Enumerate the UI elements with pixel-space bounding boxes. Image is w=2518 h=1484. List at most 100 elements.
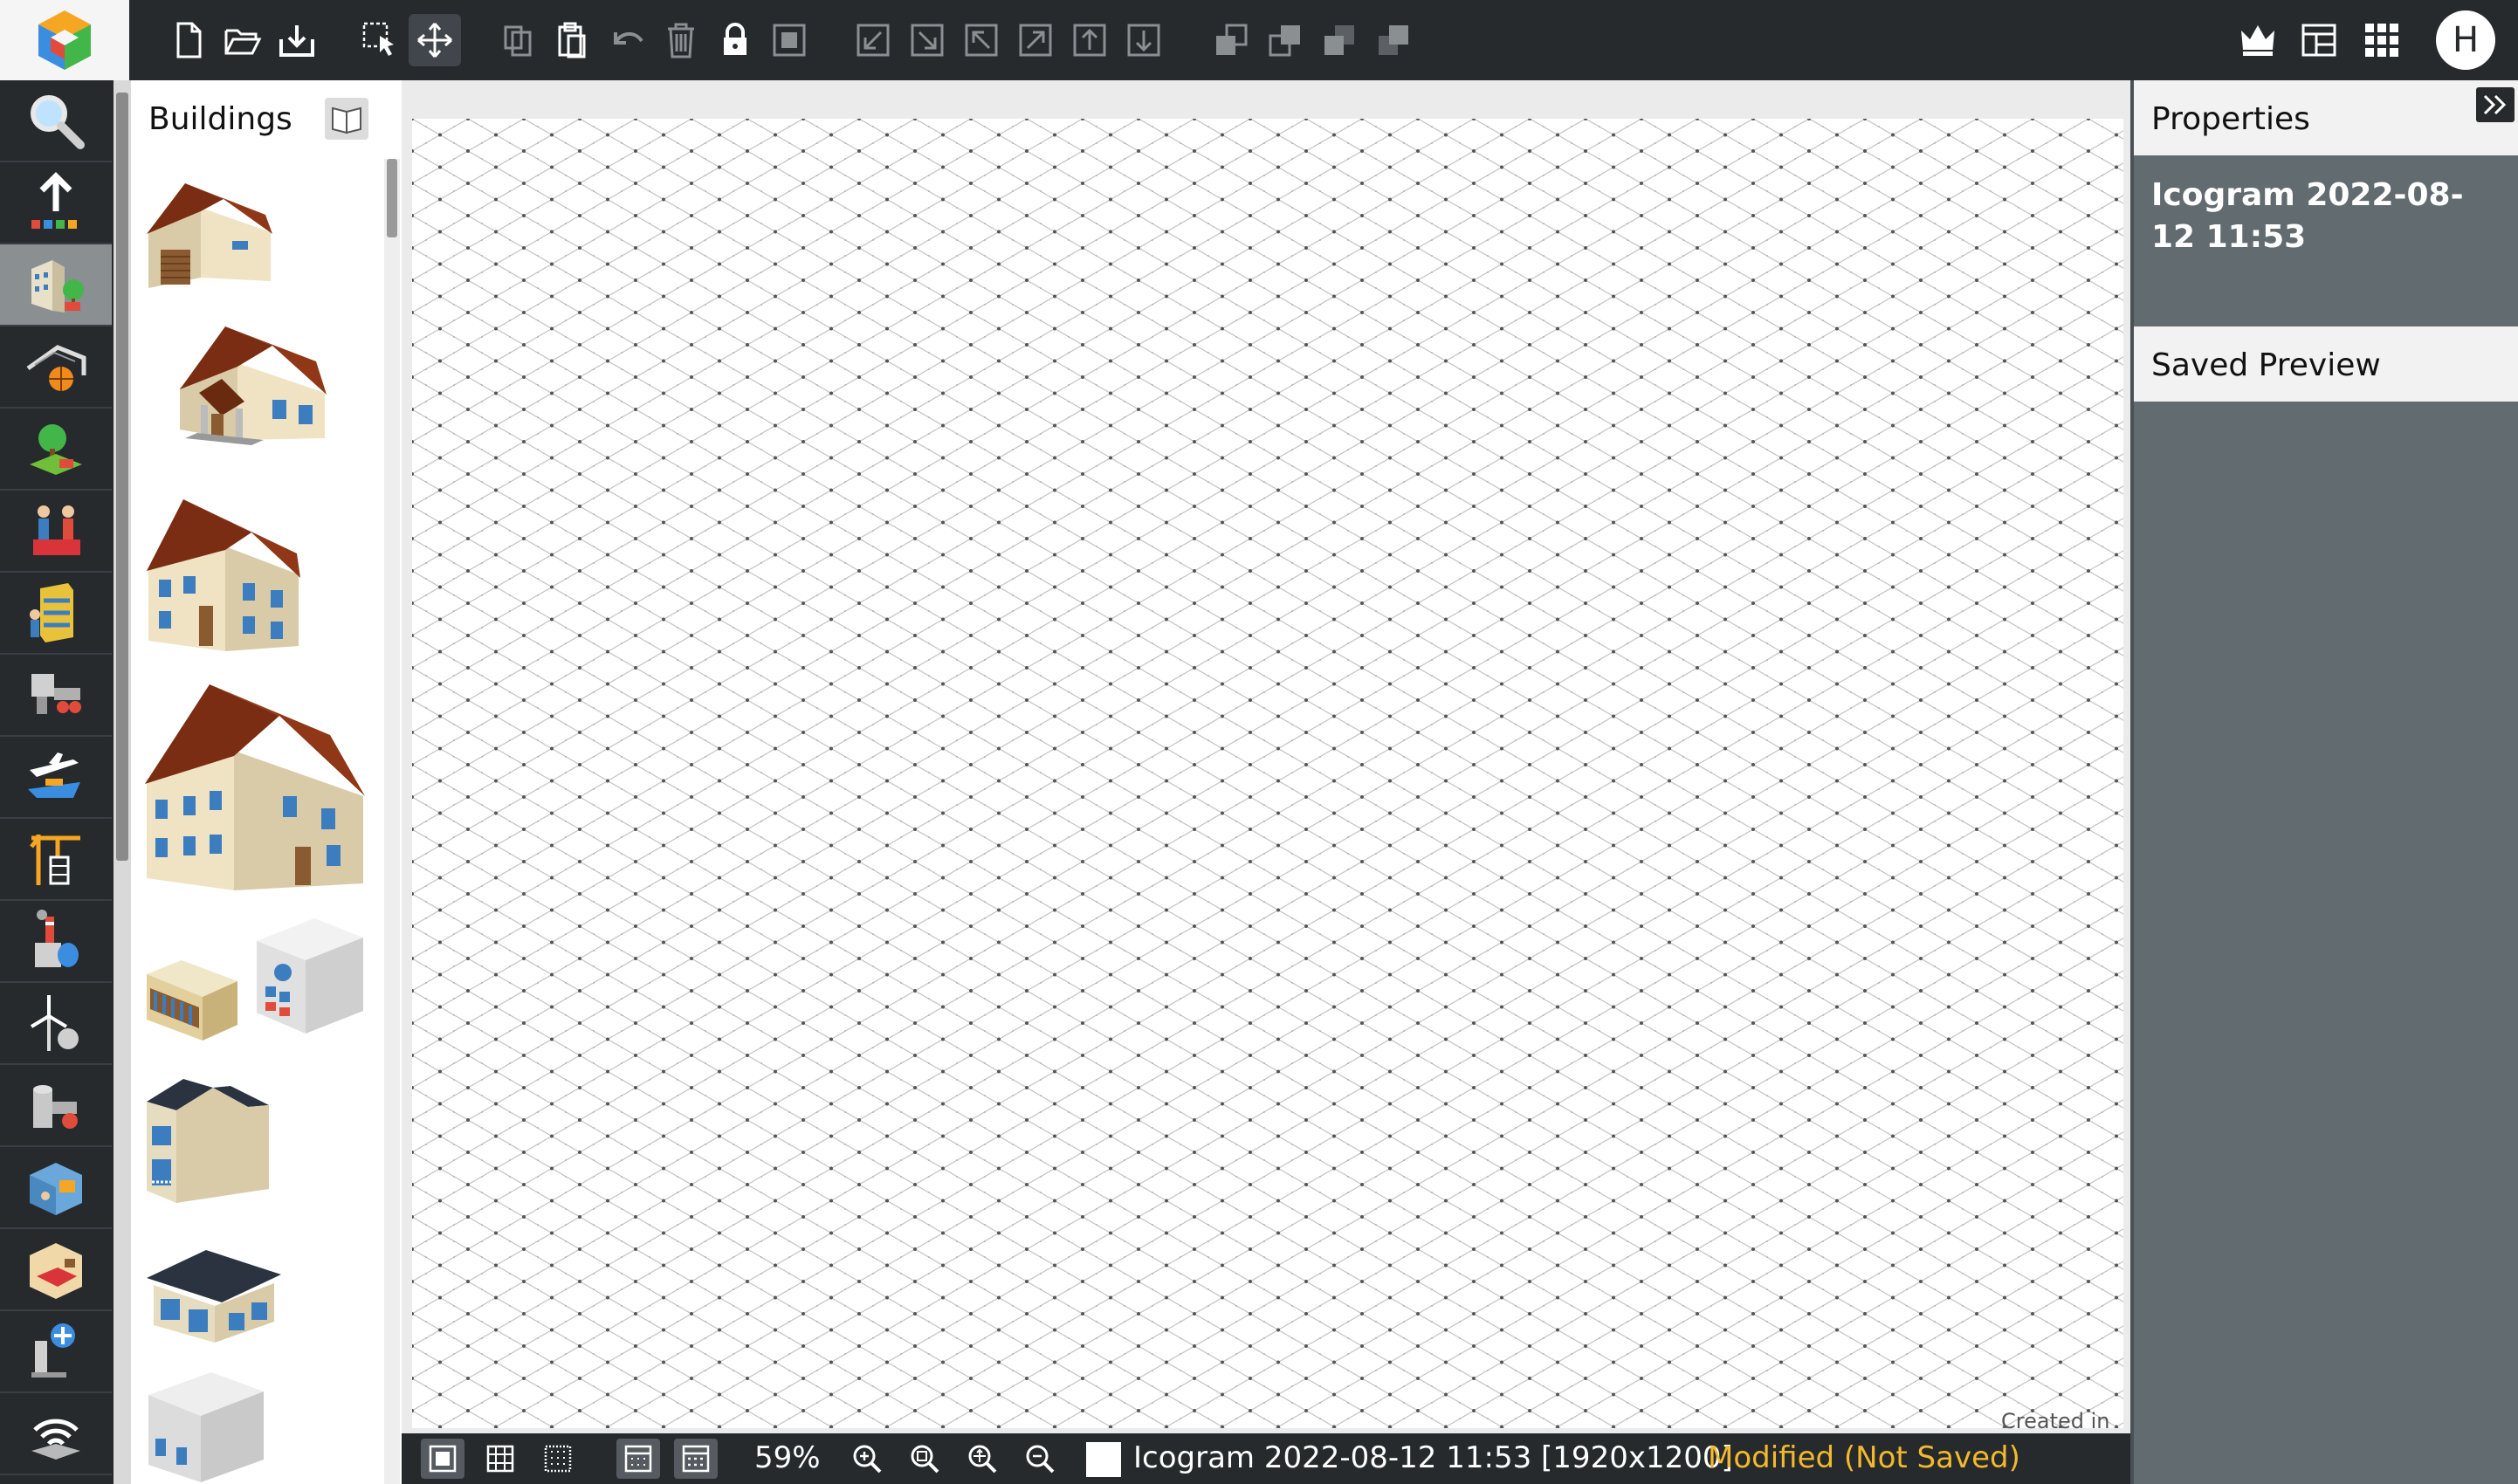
house-two-storey[interactable]	[145, 496, 302, 660]
drawing-canvas[interactable]	[412, 119, 2123, 1428]
layout-icon	[2301, 24, 2336, 57]
send-to-back-icon	[1379, 25, 1408, 55]
iso-grid-button[interactable]	[674, 1439, 718, 1479]
align-top-left-button[interactable]	[955, 14, 1008, 66]
house-large[interactable]	[143, 681, 367, 897]
group-button[interactable]	[763, 14, 815, 66]
house-small-garage[interactable]	[145, 176, 274, 295]
document-color-swatch[interactable]	[1086, 1442, 1121, 1477]
move-tool-button[interactable]	[409, 14, 461, 66]
category-construction[interactable]	[0, 819, 112, 901]
zoom-fit-button[interactable]	[960, 1439, 1004, 1479]
category-shelving[interactable]	[0, 573, 112, 655]
category-piping[interactable]	[0, 1065, 112, 1147]
library-catalog-button[interactable]	[325, 98, 368, 140]
save-status: Modified (Not Saved)	[1708, 1440, 2020, 1475]
wifi-router-icon	[31, 1419, 80, 1460]
properties-header: Properties	[2134, 80, 2518, 155]
category-scroll-thumb[interactable]	[116, 93, 128, 861]
library-scrollbar[interactable]	[384, 159, 400, 1484]
dot-grid-button[interactable]	[478, 1439, 522, 1479]
category-network[interactable]	[0, 1393, 112, 1475]
category-industry[interactable]	[0, 901, 112, 983]
book-icon	[332, 106, 361, 134]
snap-grid-icon	[624, 1445, 652, 1473]
category-search[interactable]	[0, 80, 112, 162]
document-name[interactable]: Icogram 2022-08-12 11:53	[2151, 175, 2501, 258]
move-to-top-button[interactable]	[1063, 14, 1116, 66]
category-sports[interactable]	[0, 326, 112, 409]
magnifier-icon	[31, 95, 85, 149]
new-file-button[interactable]	[162, 14, 215, 66]
arrow-down-icon	[1127, 24, 1160, 57]
fine-grid-button[interactable]	[536, 1439, 580, 1479]
office-block[interactable]	[253, 911, 367, 1037]
marquee-select-button[interactable]	[354, 14, 407, 66]
category-arrows[interactable]	[0, 162, 112, 244]
category-people[interactable]	[0, 491, 112, 573]
save-button[interactable]	[271, 14, 323, 66]
send-to-back-button[interactable]	[1367, 14, 1420, 66]
snap-grid-button[interactable]	[616, 1439, 660, 1479]
send-backward-icon	[1269, 25, 1300, 57]
zoom-fit-icon	[968, 1445, 997, 1474]
delete-button[interactable]	[655, 14, 707, 66]
iso-grid-icon	[682, 1445, 710, 1473]
align-top-right-button[interactable]	[1009, 14, 1062, 66]
zoom-out-button[interactable]	[1018, 1439, 1062, 1479]
category-furniture[interactable]	[0, 1229, 112, 1311]
undo-button[interactable]	[601, 14, 653, 66]
zoom-in-icon	[853, 1445, 882, 1474]
open-button[interactable]	[217, 14, 269, 66]
marquee-select-icon	[362, 22, 394, 56]
bring-to-front-button[interactable]	[1313, 14, 1366, 66]
bedroom-icon	[30, 1243, 82, 1299]
category-scrollbar[interactable]	[114, 80, 131, 1484]
copy-button[interactable]	[492, 14, 545, 66]
library-title: Buildings	[148, 101, 292, 137]
category-energy[interactable]	[0, 983, 112, 1065]
townhouse[interactable]	[143, 1072, 272, 1212]
category-science[interactable]	[0, 1311, 112, 1393]
category-transport[interactable]	[0, 737, 112, 819]
grid-view-button[interactable]	[421, 1439, 464, 1479]
align-bottom-left-button[interactable]	[847, 14, 899, 66]
category-buildings[interactable]	[0, 244, 112, 326]
saved-preview-title: Saved Preview	[2151, 347, 2381, 383]
lock-button[interactable]	[709, 14, 761, 66]
cube-building[interactable]	[145, 1369, 267, 1482]
properties-panel: Properties Icogram 2022-08-12 11:53 Save…	[2130, 80, 2518, 1484]
bring-forward-button[interactable]	[1205, 14, 1257, 66]
category-sidebar	[0, 80, 114, 1484]
open-folder-icon	[224, 29, 262, 55]
bungalow-dark-roof[interactable]	[145, 1245, 283, 1346]
crown-icon	[2241, 25, 2274, 56]
zoom-in-button[interactable]	[845, 1439, 889, 1479]
collapse-panel-button[interactable]	[2476, 87, 2515, 122]
dot-grid-icon	[486, 1445, 514, 1473]
shop-small[interactable]	[143, 948, 241, 1044]
category-machines[interactable]	[0, 655, 112, 737]
isometric-grid	[412, 119, 2123, 1428]
saved-preview-section[interactable]: Saved Preview	[2134, 326, 2518, 402]
group-icon	[773, 24, 806, 57]
move-to-bottom-button[interactable]	[1118, 14, 1170, 66]
zoom-actual-button[interactable]	[903, 1439, 946, 1479]
layout-button[interactable]	[2293, 14, 2345, 66]
category-office[interactable]	[0, 1147, 112, 1229]
lock-icon	[724, 23, 746, 55]
category-nature[interactable]	[0, 409, 112, 491]
premium-button[interactable]	[2232, 14, 2284, 66]
apps-button[interactable]	[2356, 14, 2408, 66]
apps-grid-icon	[2365, 24, 2398, 57]
house-porch[interactable]	[176, 318, 328, 449]
icogram-logo-icon	[38, 10, 91, 70]
library-scroll-thumb[interactable]	[387, 159, 397, 237]
align-bottom-right-button[interactable]	[901, 14, 953, 66]
user-avatar[interactable]: H	[2436, 10, 2495, 70]
app-logo[interactable]	[0, 0, 129, 80]
grid-view-icon	[429, 1445, 457, 1473]
properties-title: Properties	[2151, 101, 2310, 137]
paste-button[interactable]	[547, 14, 599, 66]
send-backward-button[interactable]	[1259, 14, 1311, 66]
